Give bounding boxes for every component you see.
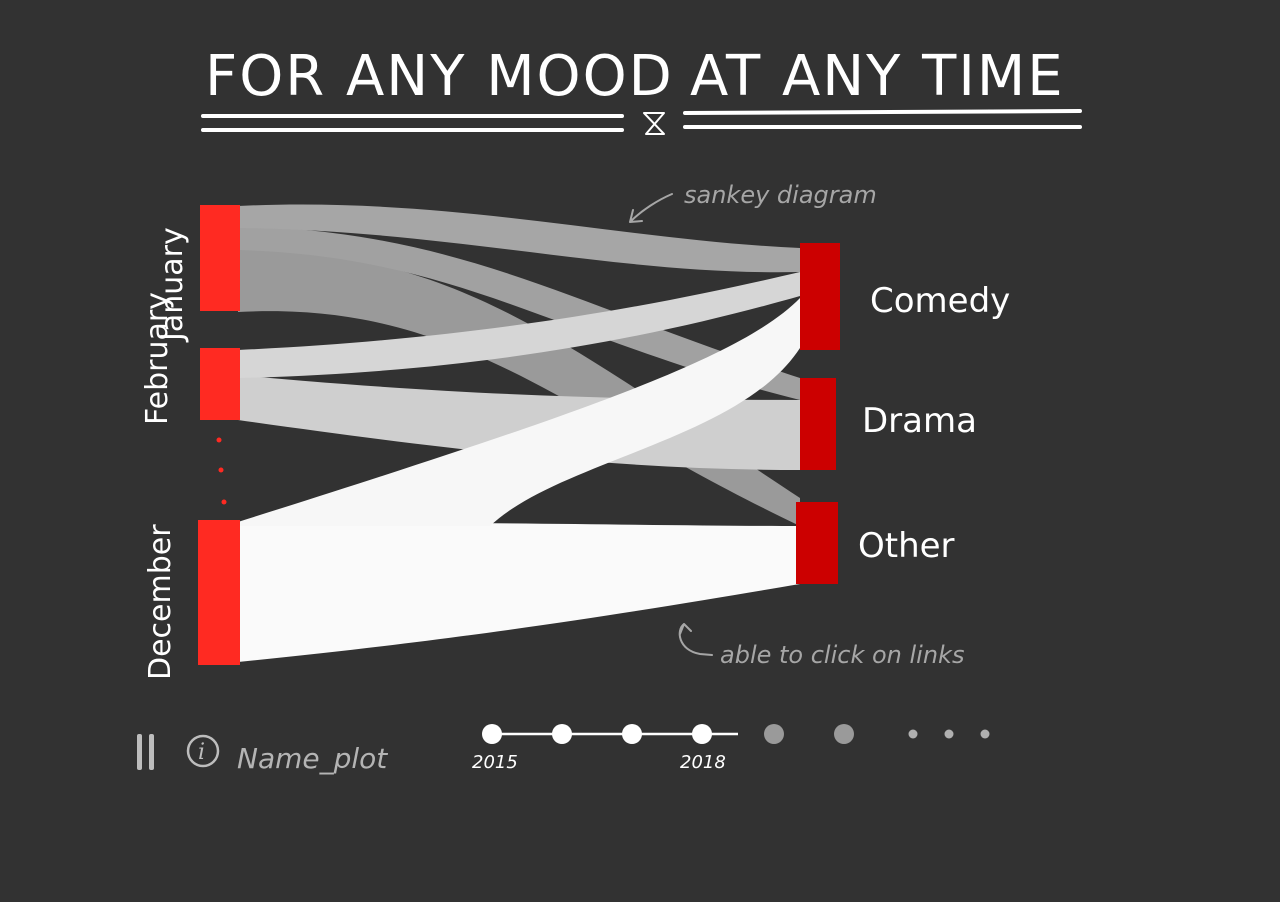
timeline: 2015 2018 [472,724,990,773]
plot-name: Name_plot [237,742,388,775]
hourglass-icon [643,112,665,135]
timeline-dot-active[interactable] [552,724,572,744]
timeline-dot-active[interactable] [482,724,502,744]
node-other[interactable] [796,502,838,584]
source-labels: January February December [140,227,190,680]
annotation-sankey: sankey diagram [629,181,877,223]
timeline-dot-inactive[interactable] [764,724,784,744]
timeline-more-dot [980,729,990,739]
node-february[interactable] [200,348,240,420]
timeline-dot-active[interactable] [622,724,642,744]
link-december-other[interactable] [238,522,800,662]
timeline-end-label: 2018 [680,752,726,773]
label-december: December [143,524,178,680]
label-other: Other [858,526,955,566]
node-january[interactable] [200,205,240,311]
annotation-links: able to click on links [678,623,964,669]
title-block: FOR ANY MOOD AT ANY TIME [201,44,1082,135]
node-comedy[interactable] [800,243,840,350]
info-icon[interactable]: i [186,734,220,768]
info-glyph: i [198,740,205,765]
timeline-dot-active[interactable] [692,724,712,744]
target-nodes [796,243,840,584]
timeline-start-label: 2015 [472,752,518,773]
label-drama: Drama [862,401,977,441]
label-comedy: Comedy [870,281,1010,321]
arrow-down-left-icon [629,193,673,223]
title-underline-left [201,114,624,132]
sankey-note: sankey diagram [684,181,877,209]
label-february: February [140,292,175,425]
timeline-more-dot [908,729,918,739]
target-labels: Comedy Drama Other [858,281,1010,566]
timeline-dot-inactive[interactable] [834,724,854,744]
links-note: able to click on links [720,641,964,669]
arrow-hook-icon [678,623,713,656]
title-part-2: AT ANY TIME [690,44,1065,109]
sankey-links [238,204,800,662]
source-nodes [198,205,240,665]
node-drama[interactable] [800,378,836,470]
title-part-1: FOR ANY MOOD [205,44,674,109]
ellipsis-dots [216,437,227,505]
title-underline-right [683,109,1082,129]
sankey-sketch-canvas: FOR ANY MOOD AT ANY TIME January Februar… [137,44,1082,775]
pause-icon[interactable] [137,734,154,770]
timeline-more-dot [944,729,954,739]
node-december[interactable] [198,520,240,665]
